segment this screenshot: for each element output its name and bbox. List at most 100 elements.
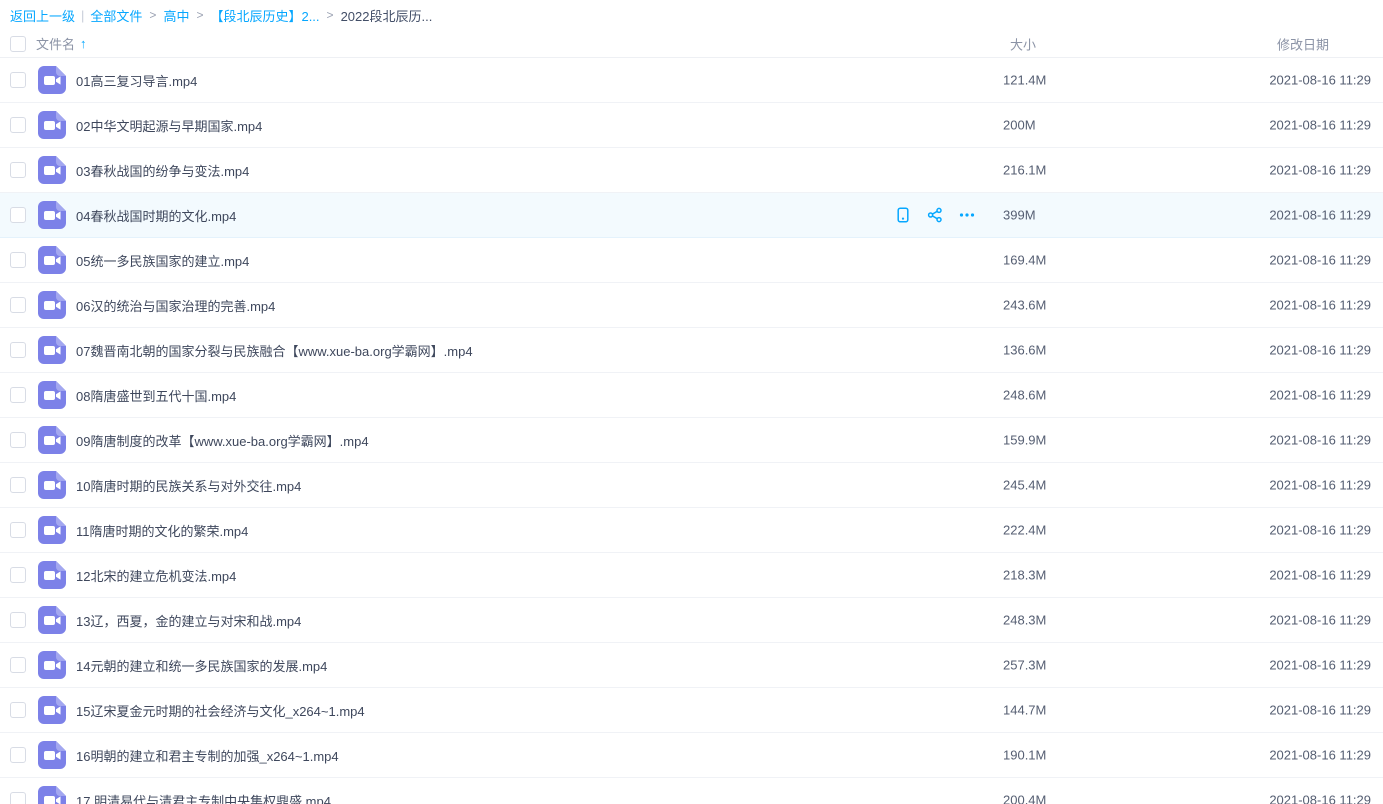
file-date: 2021-08-16 11:29: [1269, 793, 1371, 804]
column-header-date[interactable]: 修改日期: [1277, 34, 1329, 53]
file-name[interactable]: 13辽，西夏，金的建立与对宋和战.mp4: [76, 611, 301, 630]
file-size: 248.3M: [1003, 613, 1046, 628]
sort-ascending-icon[interactable]: ↑: [80, 36, 87, 51]
file-row[interactable]: 11隋唐时期的文化的繁荣.mp4 222.4M 2021-08-16 11:29: [0, 508, 1383, 553]
row-checkbox[interactable]: [10, 747, 26, 763]
breadcrumb-divider: |: [81, 8, 84, 23]
video-file-icon: [38, 426, 66, 454]
table-header-row: 文件名 ↑ 大小 修改日期: [0, 30, 1383, 58]
file-list: 01高三复习导言.mp4 121.4M 2021-08-16 11:29 02中…: [0, 58, 1383, 804]
row-checkbox[interactable]: [10, 567, 26, 583]
file-row[interactable]: 02中华文明起源与早期国家.mp4 200M 2021-08-16 11:29: [0, 103, 1383, 148]
file-size: 218.3M: [1003, 568, 1046, 583]
save-to-phone-icon[interactable]: [895, 207, 911, 223]
file-date: 2021-08-16 11:29: [1269, 658, 1371, 673]
file-row[interactable]: 12北宋的建立危机变法.mp4 218.3M 2021-08-16 11:29: [0, 553, 1383, 598]
video-file-icon: [38, 786, 66, 804]
breadcrumb-separator: >: [149, 8, 156, 22]
file-name[interactable]: 08隋唐盛世到五代十国.mp4: [76, 386, 236, 405]
file-name[interactable]: 09隋唐制度的改革【www.xue-ba.org学霸网】.mp4: [76, 431, 369, 450]
row-checkbox[interactable]: [10, 657, 26, 673]
video-file-icon: [38, 66, 66, 94]
column-header-size[interactable]: 大小: [1010, 34, 1036, 53]
file-size: 222.4M: [1003, 523, 1046, 538]
file-name[interactable]: 11隋唐时期的文化的繁荣.mp4: [76, 521, 248, 540]
file-row[interactable]: 13辽，西夏，金的建立与对宋和战.mp4 248.3M 2021-08-16 1…: [0, 598, 1383, 643]
file-date: 2021-08-16 11:29: [1269, 343, 1371, 358]
share-icon[interactable]: [927, 207, 943, 223]
file-name[interactable]: 10隋唐时期的民族关系与对外交往.mp4: [76, 476, 301, 495]
row-checkbox[interactable]: [10, 72, 26, 88]
row-checkbox[interactable]: [10, 522, 26, 538]
select-all-checkbox[interactable]: [10, 36, 26, 52]
breadcrumb-current-folder: 2022段北辰历...: [341, 6, 433, 25]
file-size: 200M: [1003, 118, 1036, 133]
breadcrumb-back-link[interactable]: 返回上一级: [10, 6, 75, 25]
row-hover-actions: [895, 207, 975, 223]
video-file-icon: [38, 696, 66, 724]
video-file-icon: [38, 156, 66, 184]
file-row[interactable]: 04春秋战国时期的文化.mp4 399M 2021-08-16 11:29: [0, 193, 1383, 238]
file-size: 159.9M: [1003, 433, 1046, 448]
row-checkbox[interactable]: [10, 252, 26, 268]
file-date: 2021-08-16 11:29: [1269, 568, 1371, 583]
file-row[interactable]: 06汉的统治与国家治理的完善.mp4 243.6M 2021-08-16 11:…: [0, 283, 1383, 328]
breadcrumb-item-course-folder[interactable]: 【段北辰历史】2...: [210, 6, 319, 25]
row-checkbox[interactable]: [10, 702, 26, 718]
video-file-icon: [38, 381, 66, 409]
video-file-icon: [38, 561, 66, 589]
file-size: 190.1M: [1003, 748, 1046, 763]
file-row[interactable]: 08隋唐盛世到五代十国.mp4 248.6M 2021-08-16 11:29: [0, 373, 1383, 418]
file-name[interactable]: 16明朝的建立和君主专制的加强_x264~1.mp4: [76, 746, 339, 765]
video-file-icon: [38, 471, 66, 499]
row-checkbox[interactable]: [10, 792, 26, 804]
file-row[interactable]: 05统一多民族国家的建立.mp4 169.4M 2021-08-16 11:29: [0, 238, 1383, 283]
file-date: 2021-08-16 11:29: [1269, 208, 1371, 223]
file-row[interactable]: 07魏晋南北朝的国家分裂与民族融合【www.xue-ba.org学霸网】.mp4…: [0, 328, 1383, 373]
file-row[interactable]: 16明朝的建立和君主专制的加强_x264~1.mp4 190.1M 2021-0…: [0, 733, 1383, 778]
breadcrumb-separator: >: [196, 8, 203, 22]
file-size: 169.4M: [1003, 253, 1046, 268]
file-name[interactable]: 05统一多民族国家的建立.mp4: [76, 251, 249, 270]
file-size: 243.6M: [1003, 298, 1046, 313]
row-checkbox[interactable]: [10, 207, 26, 223]
file-row[interactable]: 09隋唐制度的改革【www.xue-ba.org学霸网】.mp4 159.9M …: [0, 418, 1383, 463]
video-file-icon: [38, 291, 66, 319]
file-row[interactable]: 10隋唐时期的民族关系与对外交往.mp4 245.4M 2021-08-16 1…: [0, 463, 1383, 508]
video-file-icon: [38, 741, 66, 769]
row-checkbox[interactable]: [10, 612, 26, 628]
file-name[interactable]: 01高三复习导言.mp4: [76, 71, 197, 90]
file-date: 2021-08-16 11:29: [1269, 388, 1371, 403]
file-row[interactable]: 03春秋战国的纷争与变法.mp4 216.1M 2021-08-16 11:29: [0, 148, 1383, 193]
file-size: 257.3M: [1003, 658, 1046, 673]
row-checkbox[interactable]: [10, 387, 26, 403]
row-checkbox[interactable]: [10, 432, 26, 448]
file-name[interactable]: 07魏晋南北朝的国家分裂与民族融合【www.xue-ba.org学霸网】.mp4: [76, 341, 473, 360]
file-name[interactable]: 12北宋的建立危机变法.mp4: [76, 566, 236, 585]
file-date: 2021-08-16 11:29: [1269, 478, 1371, 493]
column-header-filename[interactable]: 文件名: [36, 34, 75, 53]
file-row[interactable]: 17.明清易代与清君主专制中央集权鼎盛.mp4 200.4M 2021-08-1…: [0, 778, 1383, 804]
breadcrumb-item-gaozhong[interactable]: 高中: [163, 6, 189, 25]
more-icon[interactable]: [959, 207, 975, 223]
file-name[interactable]: 17.明清易代与清君主专制中央集权鼎盛.mp4: [76, 791, 331, 804]
file-name[interactable]: 03春秋战国的纷争与变法.mp4: [76, 161, 249, 180]
file-name[interactable]: 04春秋战国时期的文化.mp4: [76, 206, 236, 225]
row-checkbox[interactable]: [10, 117, 26, 133]
video-file-icon: [38, 336, 66, 364]
row-checkbox[interactable]: [10, 162, 26, 178]
row-checkbox[interactable]: [10, 477, 26, 493]
file-name[interactable]: 15辽宋夏金元时期的社会经济与文化_x264~1.mp4: [76, 701, 365, 720]
file-date: 2021-08-16 11:29: [1269, 298, 1371, 313]
file-date: 2021-08-16 11:29: [1269, 523, 1371, 538]
file-name[interactable]: 14元朝的建立和统一多民族国家的发展.mp4: [76, 656, 327, 675]
file-date: 2021-08-16 11:29: [1269, 73, 1371, 88]
file-row[interactable]: 14元朝的建立和统一多民族国家的发展.mp4 257.3M 2021-08-16…: [0, 643, 1383, 688]
file-row[interactable]: 15辽宋夏金元时期的社会经济与文化_x264~1.mp4 144.7M 2021…: [0, 688, 1383, 733]
file-row[interactable]: 01高三复习导言.mp4 121.4M 2021-08-16 11:29: [0, 58, 1383, 103]
breadcrumb-item-all-files[interactable]: 全部文件: [90, 6, 142, 25]
row-checkbox[interactable]: [10, 297, 26, 313]
file-name[interactable]: 02中华文明起源与早期国家.mp4: [76, 116, 262, 135]
file-name[interactable]: 06汉的统治与国家治理的完善.mp4: [76, 296, 275, 315]
row-checkbox[interactable]: [10, 342, 26, 358]
